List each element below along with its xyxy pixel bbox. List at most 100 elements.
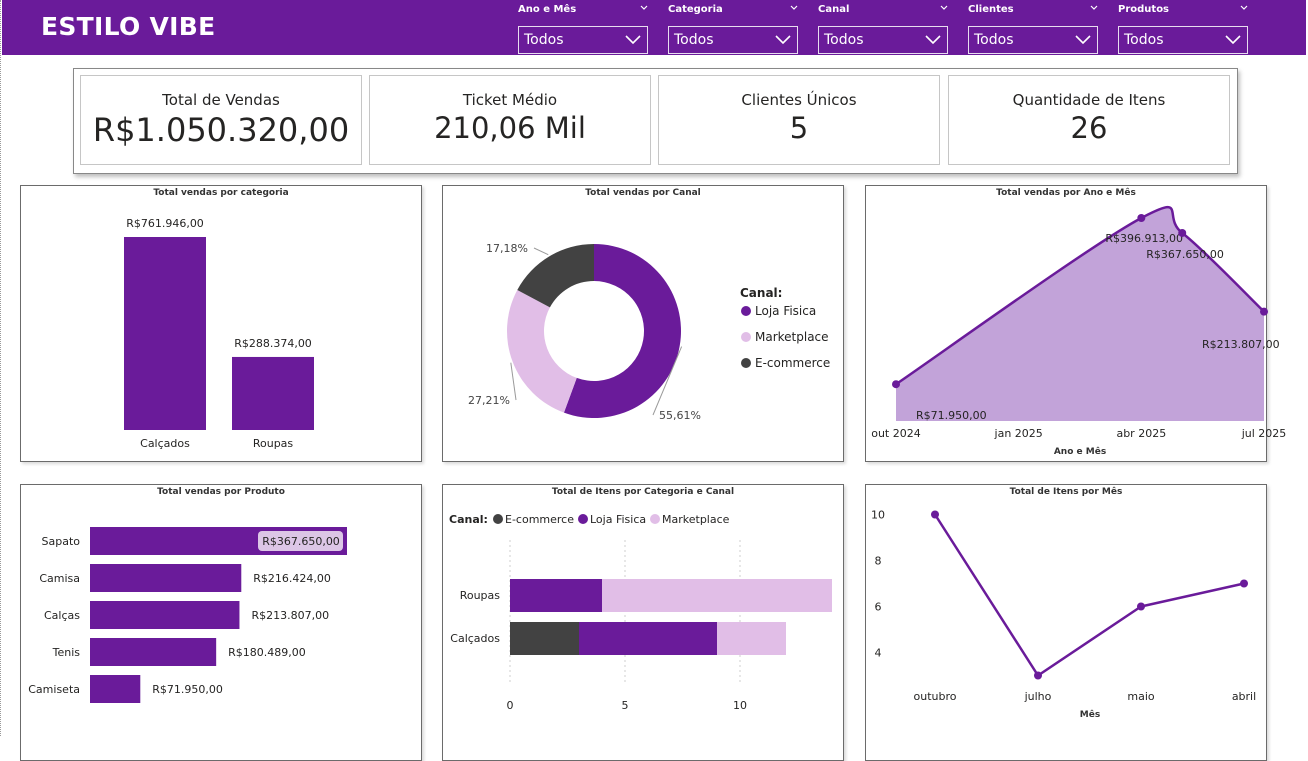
data-label: R$367.650,00 bbox=[1146, 248, 1224, 261]
filter-value: Todos bbox=[974, 32, 1014, 48]
legend-marker bbox=[741, 332, 751, 342]
legend-label: Loja Fisica bbox=[755, 304, 816, 318]
chart-card-itens-mes[interactable]: Total de Itens por Mês 4 6 8 10 outubro julho… bbox=[865, 484, 1267, 761]
filter-clientes[interactable]: Clientes Todos bbox=[968, 4, 1098, 54]
filter-dropdown[interactable]: Todos bbox=[518, 26, 648, 54]
kpi-value: R$1.050.320,00 bbox=[92, 111, 350, 149]
chevron-down-icon[interactable] bbox=[940, 4, 948, 12]
chart-vendas-produto: Sapato R$367.650,00 Camisa R$216.424,00 Calç… bbox=[28, 527, 347, 703]
data-point bbox=[1178, 228, 1187, 237]
filter-canal[interactable]: Canal Todos bbox=[818, 4, 948, 54]
category-label: Calçados bbox=[450, 632, 500, 645]
legend-marker bbox=[493, 514, 503, 524]
chart-itens-categoria-canal: 0 5 10 Canal: E-commerce Loja Fisica Marketpla… bbox=[449, 513, 832, 712]
filter-value: Todos bbox=[1124, 32, 1164, 48]
chart-card-itens-categoria-canal[interactable]: Total de Itens por Categoria e Canal 051… bbox=[442, 484, 844, 761]
kpi-value: 210,06 Mil bbox=[434, 111, 586, 145]
category-label: Sapato bbox=[42, 535, 81, 548]
filter-label: Ano e Mês bbox=[518, 4, 577, 15]
bar bbox=[90, 675, 141, 703]
legend-marker bbox=[578, 514, 588, 524]
filter-label: Canal bbox=[818, 4, 850, 15]
filter-value: Todos bbox=[524, 32, 564, 48]
x-tick-label: abr 2025 bbox=[1116, 427, 1166, 440]
legend-title: Canal: bbox=[740, 286, 782, 300]
data-label: R$761.946,00 bbox=[126, 217, 204, 230]
kpi-label: Clientes Únicos bbox=[741, 91, 857, 109]
filter-dropdown[interactable]: Todos bbox=[818, 26, 948, 54]
y-tick-label: 6 bbox=[875, 601, 882, 614]
bar bbox=[90, 601, 240, 629]
data-point bbox=[1137, 214, 1146, 222]
chart-card-vendas-categoria[interactable]: Total vendas por categoria R$761.946,00 C… bbox=[20, 185, 422, 462]
legend-marker bbox=[741, 358, 751, 368]
filter-ano-mes[interactable]: Ano e Mês Todos bbox=[518, 4, 648, 54]
y-tick-label: 4 bbox=[875, 647, 882, 660]
category-label: Tenis bbox=[52, 646, 81, 659]
page-left-guide bbox=[0, 0, 1, 736]
chart-vendas-canal: 55,61% 27,21% 17,18% Canal: Loja Fisica Marke… bbox=[468, 242, 830, 422]
bar bbox=[90, 638, 217, 666]
chevron-down-icon[interactable] bbox=[790, 4, 798, 12]
chevron-down-icon[interactable] bbox=[1090, 4, 1098, 12]
x-axis-title: Mês bbox=[1080, 709, 1100, 720]
filter-produtos[interactable]: Produtos Todos bbox=[1118, 4, 1248, 54]
data-label: R$367.650,00 bbox=[262, 535, 340, 548]
chart-card-vendas-produto[interactable]: Total vendas por Produto Sapato R$367.650… bbox=[20, 484, 422, 761]
data-label: R$71.950,00 bbox=[916, 409, 987, 422]
chevron-down-icon bbox=[925, 35, 941, 45]
x-tick-label: jan 2025 bbox=[994, 427, 1043, 440]
category-label: Roupas bbox=[253, 437, 294, 450]
filter-label: Produtos bbox=[1118, 4, 1170, 15]
data-point bbox=[1034, 671, 1042, 680]
y-tick-label: 8 bbox=[875, 555, 882, 568]
kpi-card-quantidade-itens[interactable]: Quantidade de Itens 26 bbox=[948, 75, 1230, 165]
data-point bbox=[1137, 602, 1145, 611]
filter-dropdown[interactable]: Todos bbox=[1118, 26, 1248, 54]
kpi-card-ticket-medio[interactable]: Ticket Médio 210,06 Mil bbox=[369, 75, 651, 165]
slice-label: 27,21% bbox=[468, 394, 510, 407]
chevron-down-icon bbox=[775, 35, 791, 45]
filter-categoria[interactable]: Categoria Todos bbox=[668, 4, 798, 54]
data-label: R$396.913,00 bbox=[1105, 232, 1183, 245]
chevron-down-icon bbox=[625, 35, 641, 45]
filter-dropdown[interactable]: Todos bbox=[968, 26, 1098, 54]
data-point bbox=[1240, 579, 1248, 588]
data-label: R$213.807,00 bbox=[1202, 338, 1280, 351]
x-tick-label: 10 bbox=[733, 699, 747, 712]
legend-label: E-commerce bbox=[505, 513, 574, 526]
legend-label: Marketplace bbox=[755, 330, 829, 344]
data-point bbox=[931, 510, 939, 519]
bar bbox=[90, 564, 242, 592]
x-tick-label: 0 bbox=[507, 699, 514, 712]
filter-label: Clientes bbox=[968, 4, 1014, 15]
legend-label: Loja Fisica bbox=[590, 513, 646, 526]
bar-segment bbox=[510, 579, 602, 612]
legend-marker bbox=[650, 514, 660, 524]
filter-dropdown[interactable]: Todos bbox=[668, 26, 798, 54]
legend-label: Marketplace bbox=[662, 513, 730, 526]
chart-card-vendas-canal[interactable]: Total vendas por Canal 55,61% 27,21% 17,18… bbox=[442, 185, 844, 462]
kpi-card-clientes-unicos[interactable]: Clientes Únicos 5 bbox=[658, 75, 940, 165]
kpi-value: 26 bbox=[1070, 111, 1108, 145]
data-point bbox=[892, 380, 900, 389]
data-label: R$71.950,00 bbox=[152, 683, 223, 696]
leader-line bbox=[510, 362, 517, 401]
chart-itens-mes: 4 6 8 10 outubro julho maio abril Mês bbox=[871, 509, 1256, 721]
data-label: R$216.424,00 bbox=[253, 572, 331, 585]
x-tick-label: out 2024 bbox=[871, 427, 921, 440]
kpi-card-total-vendas[interactable]: Total de Vendas R$1.050.320,00 bbox=[80, 75, 362, 165]
x-tick-label: outubro bbox=[914, 690, 957, 703]
kpi-value: 5 bbox=[789, 111, 809, 145]
data-label: R$288.374,00 bbox=[234, 337, 312, 350]
x-tick-label: abril bbox=[1232, 690, 1256, 703]
bar bbox=[124, 237, 206, 430]
chart-card-vendas-ano-mes[interactable]: Total vendas por Ano e Mês R$71.950,00 R$… bbox=[865, 185, 1286, 462]
category-label: Camisa bbox=[39, 572, 80, 585]
bar-segment bbox=[510, 622, 579, 655]
x-tick-label: 5 bbox=[622, 699, 629, 712]
chevron-down-icon[interactable] bbox=[1240, 4, 1248, 12]
chevron-down-icon[interactable] bbox=[640, 4, 648, 12]
chevron-down-icon bbox=[1075, 35, 1091, 45]
bar-segment bbox=[717, 622, 786, 655]
